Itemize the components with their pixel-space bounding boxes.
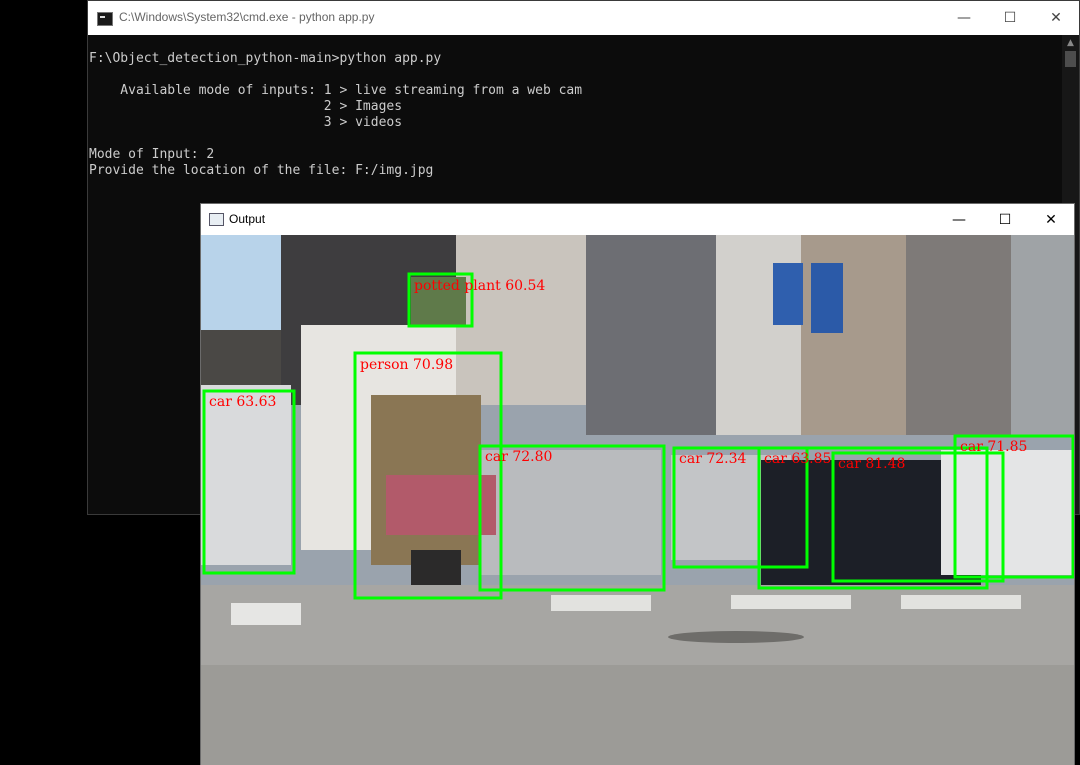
bounding-box (953, 434, 1074, 579)
minimize-button[interactable]: — (941, 1, 987, 35)
console-line: F:\Object_detection_python-main>python a… (89, 51, 442, 66)
detection-label: car 63.85 (764, 451, 831, 467)
output-window[interactable]: Output — ☐ ✕ car 63.63 potted plant 60.5… (200, 203, 1075, 765)
detection-image: car 63.63 potted plant 60.54 person 70.9… (201, 235, 1074, 765)
detection-label: potted plant 60.54 (414, 278, 545, 294)
console-line: Mode of Input: 2 (89, 147, 215, 162)
bounding-box (202, 389, 296, 575)
scroll-thumb[interactable] (1065, 51, 1076, 67)
maximize-button[interactable]: ☐ (987, 1, 1033, 35)
detection-potted-plant: potted plant 60.54 (407, 272, 545, 328)
detection-car-6: car 71.85 (953, 434, 1074, 579)
terminal-icon (97, 12, 113, 26)
console-text: F:\Object_detection_python-main>python a… (88, 35, 1062, 179)
cmd-window-controls: — ☐ ✕ (941, 1, 1079, 35)
console-line: 2 > Images (89, 99, 403, 114)
cmd-window-title: C:\Windows\System32\cmd.exe - python app… (119, 10, 375, 24)
image-window-icon (209, 213, 224, 226)
bounding-box (478, 444, 666, 592)
console-line: Available mode of inputs: 1 > live strea… (89, 83, 583, 98)
maximize-button[interactable]: ☐ (982, 204, 1028, 235)
output-window-controls: — ☐ ✕ (936, 204, 1074, 235)
detection-label: car 71.85 (960, 439, 1027, 455)
detection-label: person 70.98 (360, 357, 453, 373)
close-button[interactable]: ✕ (1028, 204, 1074, 235)
output-titlebar[interactable]: Output — ☐ ✕ (201, 204, 1074, 235)
cmd-titlebar[interactable]: C:\Windows\System32\cmd.exe - python app… (88, 1, 1079, 35)
bounding-box (831, 451, 1005, 583)
console-line: 3 > videos (89, 115, 403, 130)
detection-label: car 72.34 (679, 451, 747, 467)
detection-car-1: car 63.63 (202, 389, 296, 575)
detection-label: car 72.80 (485, 449, 552, 465)
detection-car-2: car 72.80 (478, 444, 666, 592)
close-button[interactable]: ✕ (1033, 1, 1079, 35)
console-line: Provide the location of the file: F:/img… (89, 163, 434, 178)
detection-overlay: car 63.63 potted plant 60.54 person 70.9… (202, 272, 1074, 600)
detection-label: car 63.63 (209, 394, 276, 410)
output-window-title: Output (229, 212, 266, 226)
detection-car-5: car 81.48 (831, 451, 1005, 583)
minimize-button[interactable]: — (936, 204, 982, 235)
scroll-up-arrow-icon[interactable]: ▲ (1062, 35, 1079, 51)
detection-label: car 81.48 (838, 456, 905, 472)
